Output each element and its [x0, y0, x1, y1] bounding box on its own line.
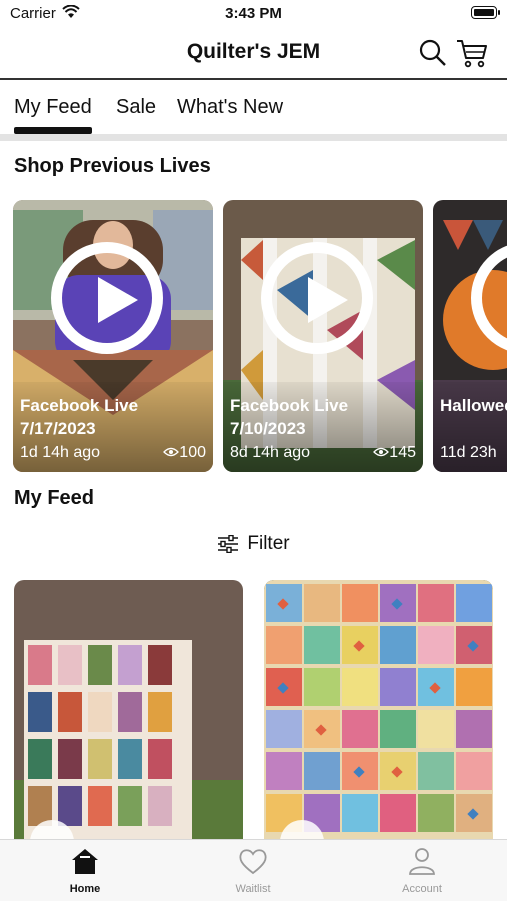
- live-title: Hallowee: [440, 396, 507, 415]
- live-card[interactable]: Hallowee 11d 23h: [433, 200, 507, 472]
- view-count: 145: [373, 444, 416, 462]
- active-tab-indicator: [14, 127, 92, 134]
- section-divider: [0, 134, 507, 141]
- live-title: Facebook Live: [230, 396, 349, 415]
- bottom-tab-bar: Home Waitlist Account: [0, 839, 507, 901]
- play-icon[interactable]: [51, 242, 163, 354]
- filter-button[interactable]: Filter: [0, 533, 507, 555]
- tab-account[interactable]: Account: [377, 846, 467, 895]
- search-icon[interactable]: [419, 39, 447, 72]
- nav-bar: Quilter's JEM: [0, 28, 507, 78]
- live-card[interactable]: Facebook Live 7/17/2023 1d 14h ago 100: [13, 200, 213, 472]
- view-count-value: 100: [179, 444, 206, 461]
- person-icon: [409, 848, 435, 875]
- home-icon: [72, 849, 98, 874]
- live-date: 7/17/2023: [20, 419, 96, 438]
- filter-icon: [218, 534, 239, 554]
- tab-whats-new[interactable]: What's New: [177, 96, 283, 119]
- tab-sale[interactable]: Sale: [116, 96, 156, 119]
- status-bar: Carrier 3:43 PM: [0, 0, 507, 28]
- live-date: 7/10/2023: [230, 419, 306, 438]
- live-card-title: Hallowee: [440, 394, 507, 417]
- my-feed-heading: My Feed: [14, 487, 95, 509]
- tab-my-feed[interactable]: My Feed: [14, 96, 92, 119]
- feed-tabs: My Feed Sale What's New: [0, 80, 507, 136]
- live-time-ago: 1d 14h ago: [20, 444, 101, 461]
- view-count-value: 145: [389, 444, 416, 461]
- tab-home-label: Home: [69, 883, 101, 895]
- tab-waitlist-label: Waitlist: [235, 883, 271, 895]
- live-card[interactable]: Facebook Live 7/10/2023 8d 14h ago 145: [223, 200, 423, 472]
- clock: 3:43 PM: [225, 5, 282, 22]
- heart-icon: [239, 849, 267, 875]
- play-icon[interactable]: [261, 242, 373, 354]
- tab-waitlist[interactable]: Waitlist: [208, 846, 298, 895]
- live-time-ago: 8d 14h ago: [230, 444, 311, 461]
- live-card-title: Facebook Live 7/10/2023: [230, 394, 348, 440]
- tab-account-label: Account: [402, 883, 442, 895]
- battery-icon: [471, 6, 500, 19]
- feed-item[interactable]: [264, 580, 493, 848]
- tab-home[interactable]: Home: [40, 846, 130, 895]
- feed-thumbnail: [264, 580, 493, 848]
- live-time-ago: 11d 23h: [440, 444, 497, 461]
- feed-item[interactable]: [14, 580, 243, 848]
- lives-carousel[interactable]: Facebook Live 7/17/2023 1d 14h ago 100 F…: [0, 200, 507, 472]
- eye-icon: [373, 447, 390, 457]
- eye-icon: [163, 447, 180, 457]
- feed-thumbnail: [14, 580, 243, 848]
- view-count: 100: [163, 444, 206, 462]
- live-card-title: Facebook Live 7/17/2023: [20, 394, 138, 440]
- filter-label: Filter: [247, 533, 290, 554]
- live-title: Facebook Live: [20, 396, 139, 415]
- shop-previous-lives-heading: Shop Previous Lives: [14, 155, 211, 177]
- cart-icon[interactable]: [456, 38, 488, 73]
